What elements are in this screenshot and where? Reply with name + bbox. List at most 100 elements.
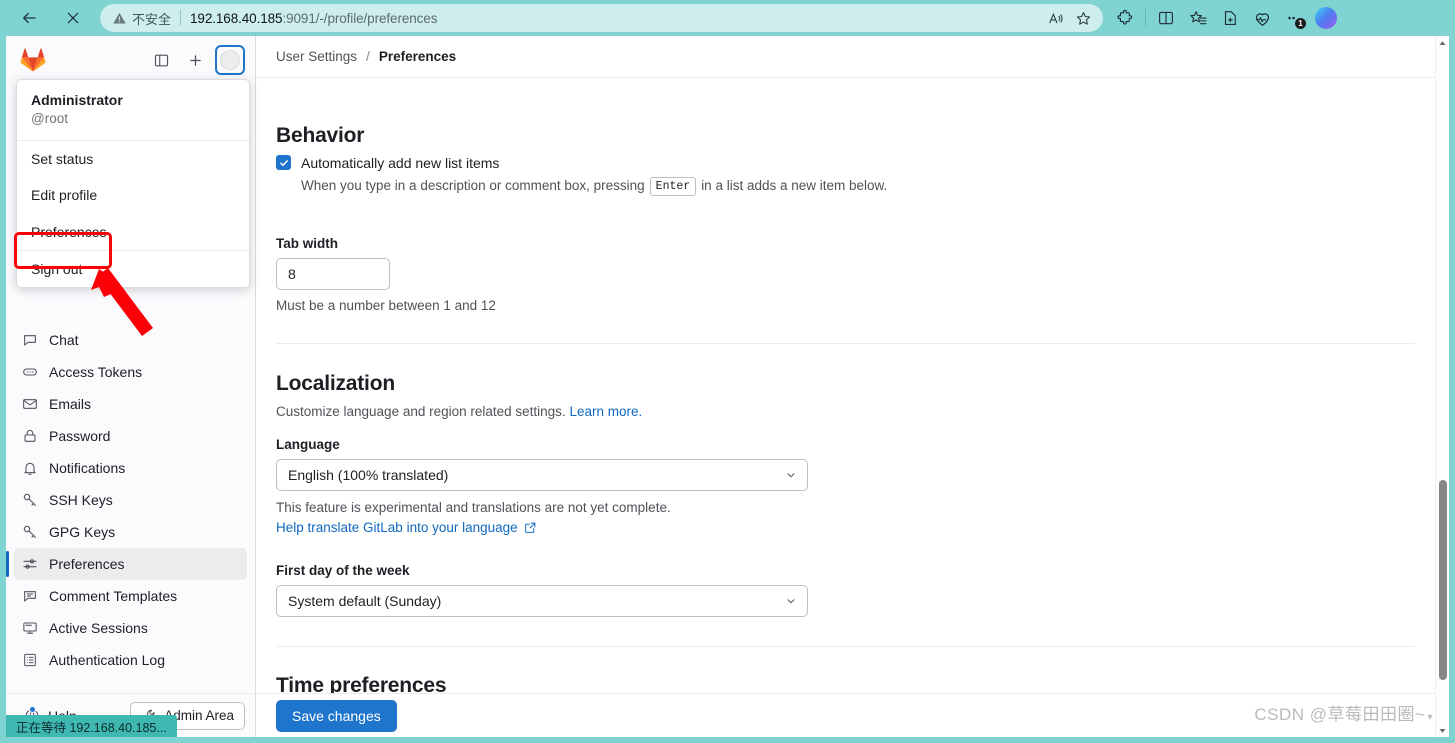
lock-icon [22, 428, 38, 444]
check-icon [279, 159, 288, 166]
sidebar-item-authentication-log[interactable]: Authentication Log [14, 644, 247, 676]
sidebar-item-chat[interactable]: Chat [14, 324, 247, 356]
address-bar[interactable]: 不安全 192.168.40.185:9091/-/profile/prefer… [100, 4, 1103, 32]
key-icon [22, 492, 38, 508]
menu-item-sign-out[interactable]: Sign out [17, 251, 249, 287]
help-notification-dot [29, 705, 36, 713]
tab-width-input[interactable] [276, 257, 390, 290]
menu-item-preferences[interactable]: Preferences [17, 214, 249, 250]
browser-essentials-icon [1255, 12, 1269, 26]
plus-icon [189, 54, 201, 66]
translate-gitlab-link[interactable]: Help translate GitLab into your language [276, 520, 537, 535]
sidebar-item-label: Authentication Log [49, 652, 165, 668]
sidebar-item-comment-templates[interactable]: Comment Templates [14, 580, 247, 612]
breadcrumb-preferences: Preferences [378, 49, 457, 64]
settings-and-more-button[interactable]: 1 [1278, 3, 1310, 33]
breadcrumb-user-settings[interactable]: User Settings [276, 49, 357, 64]
sidebar-item-label: GPG Keys [49, 524, 116, 540]
localization-learn-more-link[interactable]: Learn more. [569, 404, 642, 419]
localization-description-text: Customize language and region related se… [276, 403, 566, 419]
scroll-up-arrow[interactable] [1436, 36, 1449, 50]
language-label: Language [276, 436, 340, 452]
read-aloud-icon[interactable] [1041, 6, 1069, 30]
sidebar-item-access-tokens[interactable]: Access Tokens [14, 356, 247, 388]
language-help-text: This feature is experimental and transla… [276, 499, 671, 515]
copilot-button[interactable] [1310, 3, 1342, 33]
watermark-caret-icon: ▾ [1427, 712, 1433, 723]
first-day-select[interactable]: System default (Sunday) [276, 585, 808, 618]
sidebar-item-gpg-keys[interactable]: GPG Keys [14, 516, 247, 548]
sidebar-item-notifications[interactable]: Notifications [14, 452, 247, 484]
browser-toolbar: 不安全 192.168.40.185:9091/-/profile/prefer… [0, 0, 1455, 36]
toolbar-divider [1145, 9, 1146, 27]
tab-width-label: Tab width [276, 235, 338, 251]
page-viewport: Administrator @root Set status Edit prof… [6, 36, 1449, 737]
settings-scroll-area: Behavior Automatically add new list item… [256, 78, 1435, 737]
star-icon[interactable] [1069, 6, 1097, 30]
extensions-button[interactable] [1109, 3, 1141, 33]
sidebar-item-password[interactable]: Password [14, 420, 247, 452]
avatar [220, 50, 240, 70]
preferences-sliders-icon [22, 556, 38, 572]
save-changes-button[interactable]: Save changes [276, 699, 397, 732]
user-dropdown-menu: Administrator @root Set status Edit prof… [16, 79, 250, 289]
section-divider [276, 342, 1415, 344]
sidebar-item-label: Comment Templates [49, 588, 178, 604]
sidebar-item-label: Active Sessions [49, 620, 148, 636]
watermark-text: CSDN @草莓田田圈~ [1254, 705, 1426, 724]
chat-bubble-icon [22, 332, 38, 348]
sidebar-item-ssh-keys[interactable]: SSH Keys [14, 484, 247, 516]
user-handle: @root [31, 110, 68, 126]
puzzle-piece-icon [1117, 9, 1133, 25]
breadcrumb-separator: / [366, 49, 370, 64]
scroll-down-arrow[interactable] [1436, 723, 1449, 737]
url-path: :9091/-/profile/preferences [282, 10, 438, 26]
enter-key-badge: Enter [649, 176, 697, 197]
sidebar-item-label: Emails [49, 396, 92, 412]
url-text: 192.168.40.185:9091/-/profile/preference… [190, 11, 1041, 26]
sidebar-item-label: SSH Keys [49, 492, 113, 508]
section-divider [276, 646, 1415, 648]
behavior-section-title: Behavior [276, 124, 364, 150]
status-bubble: 正在等待 192.168.40.185... [6, 715, 177, 737]
log-list-icon [22, 652, 38, 668]
split-screen-button[interactable] [1150, 3, 1182, 33]
comment-lines-icon [22, 588, 38, 604]
envelope-icon [22, 396, 38, 412]
copilot-page-button[interactable] [1214, 3, 1246, 33]
site-security-chip[interactable]: 不安全 [112, 9, 171, 28]
page-scrollbar[interactable] [1435, 36, 1449, 737]
settings-badge: 1 [1295, 18, 1306, 29]
warning-triangle-icon [113, 12, 126, 23]
sidebar-header [6, 36, 255, 84]
scrollbar-thumb[interactable] [1439, 480, 1447, 680]
sidebar-item-active-sessions[interactable]: Active Sessions [14, 612, 247, 644]
sidebar-item-label: Password [49, 428, 111, 444]
monitor-icon [22, 620, 38, 636]
back-arrow-icon [23, 12, 36, 24]
sidebar-header-actions [147, 45, 245, 75]
back-button[interactable] [12, 3, 46, 33]
language-select[interactable]: English (100% translated) [276, 458, 808, 491]
stop-loading-button[interactable] [56, 3, 90, 33]
new-item-button[interactable] [181, 46, 209, 74]
collections-button[interactable] [1182, 3, 1214, 33]
user-avatar-button[interactable] [215, 45, 245, 75]
translate-gitlab-label: Help translate GitLab into your language [276, 520, 518, 536]
language-help: This feature is experimental and transla… [276, 498, 1415, 540]
auto-list-setting-row: Automatically add new list items When yo… [276, 153, 1415, 197]
external-link-icon [525, 523, 536, 534]
copilot-icon [1315, 7, 1337, 29]
sidebar-item-emails[interactable]: Emails [14, 388, 247, 420]
menu-item-set-status[interactable]: Set status [17, 141, 249, 177]
sidebar-item-preferences[interactable]: Preferences [6, 548, 247, 580]
gitlab-logo-icon[interactable] [20, 48, 46, 72]
automatically-add-list-items-checkbox[interactable] [276, 155, 291, 170]
bell-icon [22, 460, 38, 476]
menu-item-edit-profile[interactable]: Edit profile [17, 177, 249, 213]
sidebar-toggle-button[interactable] [147, 46, 175, 74]
sidebar-item-label: Chat [49, 332, 79, 348]
token-icon [22, 364, 38, 380]
browser-essentials-button[interactable] [1246, 3, 1278, 33]
main-content: User Settings / Preferences Behavior Aut… [256, 36, 1449, 737]
